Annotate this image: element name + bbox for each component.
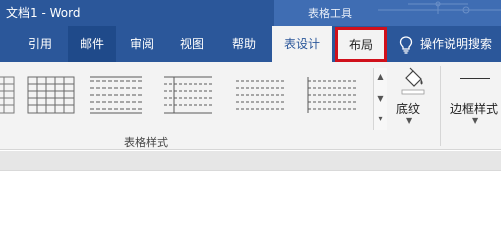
ruler-bar xyxy=(0,151,501,171)
chevron-down-icon: ▼ xyxy=(472,116,479,125)
document-canvas[interactable] xyxy=(0,172,501,245)
scroll-up-icon[interactable]: ▲ xyxy=(374,68,387,86)
tab-mailings[interactable]: 邮件 xyxy=(68,26,116,62)
chevron-down-icon: ▼ xyxy=(406,116,413,125)
tab-review[interactable]: 审阅 xyxy=(120,26,164,62)
title-bar: 文档1 - Word 表格工具 xyxy=(0,0,501,26)
shading-button[interactable]: 底纹 ▼ xyxy=(392,64,432,134)
context-decoration-icon xyxy=(378,1,501,14)
shading-label: 底纹 xyxy=(396,102,421,116)
tab-view[interactable]: 视图 xyxy=(170,26,214,62)
ribbon-panel: ▲ ▼ ▾ 表格样式 底纹 ▼ 边框样式 ▼ xyxy=(0,62,501,150)
table-style-thumb[interactable] xyxy=(24,71,80,119)
tell-me-search[interactable]: 操作说明搜索 xyxy=(392,26,501,62)
paint-bucket-icon xyxy=(401,67,425,95)
table-styles-group-label: 表格样式 xyxy=(124,136,168,149)
ribbon-tab-bar: 引用 邮件 审阅 视图 帮助 表设计 布局 操作说明搜索 xyxy=(0,26,501,62)
tab-help[interactable]: 帮助 xyxy=(222,26,266,62)
table-style-thumb[interactable] xyxy=(0,71,16,119)
scroll-down-icon[interactable]: ▼ xyxy=(374,90,387,108)
tab-references[interactable]: 引用 xyxy=(18,26,62,62)
gallery-scrollbar: ▲ ▼ ▾ xyxy=(373,68,387,130)
table-style-thumb[interactable] xyxy=(232,71,288,119)
table-style-thumb[interactable] xyxy=(88,71,144,119)
table-style-thumb[interactable] xyxy=(304,71,360,119)
table-tools-title: 表格工具 xyxy=(308,7,352,20)
tab-layout[interactable]: 布局 xyxy=(335,27,387,62)
more-icon[interactable]: ▾ xyxy=(374,110,387,128)
table-styles-gallery: ▲ ▼ ▾ xyxy=(0,68,387,130)
document-title: 文档1 - Word xyxy=(6,6,81,20)
table-style-thumb[interactable] xyxy=(160,71,216,119)
border-line-sample xyxy=(460,78,490,79)
border-styles-label: 边框样式 xyxy=(450,102,499,116)
group-divider xyxy=(440,66,441,146)
tab-table-design[interactable]: 表设计 xyxy=(272,26,332,62)
border-styles-button[interactable]: 边框样式 ▼ xyxy=(446,64,501,134)
lightbulb-icon xyxy=(399,36,413,54)
table-tools-context-header: 表格工具 xyxy=(274,0,501,26)
tell-me-label: 操作说明搜索 xyxy=(420,37,493,51)
